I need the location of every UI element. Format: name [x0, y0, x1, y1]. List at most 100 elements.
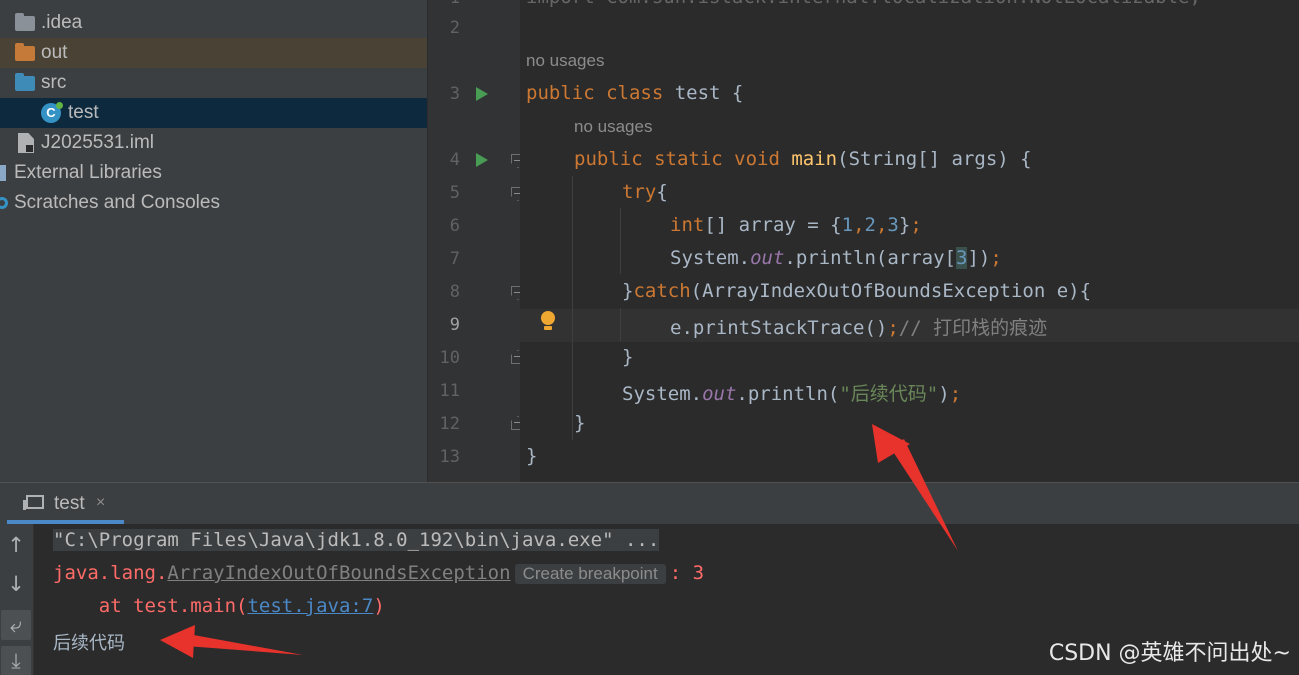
- source-location-link[interactable]: test.java:7: [247, 595, 373, 617]
- line-number: 13: [439, 447, 460, 467]
- usage-hint[interactable]: no usages: [574, 117, 652, 137]
- code-text: }: [898, 214, 911, 236]
- code-line-7: System.out.println(array[3]);: [670, 247, 1002, 269]
- code-text: .println(array[: [784, 247, 956, 269]
- code-text: }: [622, 346, 634, 368]
- module-file-icon: [18, 133, 34, 153]
- arrow-up-icon[interactable]: ↑: [1, 530, 31, 560]
- line-comment: // 打印栈的痕迹: [898, 317, 1048, 339]
- line-number: 6: [449, 216, 460, 236]
- line-number: 3: [449, 84, 460, 104]
- project-tree-panel: .idea out src C test J2025531.iml Extern…: [0, 0, 427, 482]
- usage-hint[interactable]: no usages: [526, 51, 604, 71]
- indent-guide: [620, 208, 621, 274]
- run-tab-test[interactable]: test ×: [7, 483, 124, 524]
- keyword: int: [670, 214, 705, 236]
- tree-item-label: J2025531.iml: [41, 132, 155, 153]
- run-tool-window-header: test ×: [0, 482, 1299, 524]
- array-index-literal: 3: [956, 247, 968, 269]
- tree-item-iml[interactable]: J2025531.iml: [0, 128, 427, 158]
- comma: ,: [875, 214, 888, 236]
- code-line-5: try{: [622, 181, 668, 203]
- keyword: public class: [526, 82, 664, 104]
- tree-item-out[interactable]: out: [0, 38, 427, 68]
- watermark: CSDN @英雄不问出处~: [1048, 641, 1291, 666]
- editor-gutter: 1 2 3 4 5 6 7 8 9 10 11 12 13: [428, 0, 525, 482]
- tree-item-label: .idea: [41, 12, 83, 33]
- arrow-down-icon[interactable]: ↓: [1, 569, 31, 599]
- console-command-line: "C:\Program Files\Java\jdk1.8.0_192\bin\…: [53, 529, 660, 551]
- exception-class-link[interactable]: ArrayIndexOutOfBoundsException: [167, 562, 510, 584]
- source-folder-icon: [15, 73, 35, 91]
- line-number: 4: [449, 150, 460, 170]
- java-command: "C:\Program Files\Java\jdk1.8.0_192\bin\…: [53, 529, 660, 551]
- import-statement: import com.sun.istack.internal.localizat…: [526, 0, 1201, 8]
- code-text: ): [938, 383, 950, 405]
- tree-item-src[interactable]: src: [0, 68, 427, 98]
- code-line-12: }: [574, 412, 585, 434]
- code-line-3: public class test {: [526, 82, 743, 104]
- code-line-6: int[] array = {1,2,3};: [670, 214, 922, 236]
- scroll-to-end-icon[interactable]: ⤓: [1, 646, 31, 675]
- create-breakpoint-button[interactable]: Create breakpoint: [514, 564, 666, 584]
- code-line-9: e.printStackTrace();// 打印栈的痕迹: [670, 313, 1047, 340]
- console-icon: [23, 495, 44, 510]
- line-number: 8: [449, 282, 460, 302]
- static-field: out: [702, 383, 737, 405]
- code-line-11: System.out.println("后续代码");: [622, 379, 961, 406]
- string-literal: "后续代码": [839, 383, 939, 405]
- code-text: {: [656, 181, 668, 203]
- indent-guide: [572, 176, 573, 440]
- library-icon: [0, 165, 6, 181]
- tree-item-scratches[interactable]: Scratches and Consoles: [0, 188, 427, 218]
- line-number: 12: [439, 414, 460, 434]
- line-number: 10: [439, 348, 460, 368]
- tree-item-test[interactable]: C test: [0, 98, 427, 128]
- keyword: catch: [633, 280, 691, 302]
- line-number: 7: [449, 249, 460, 269]
- run-main-icon[interactable]: [476, 153, 488, 167]
- static-field: out: [750, 247, 785, 269]
- code-text: test {: [663, 82, 744, 104]
- tree-item-idea[interactable]: .idea: [0, 8, 427, 38]
- tree-item-label: test: [68, 102, 99, 123]
- scratches-icon: [0, 197, 8, 209]
- code-text: System.: [670, 247, 751, 269]
- semicolon: ;: [990, 247, 1002, 269]
- code-text: }: [526, 445, 538, 467]
- keyword: public static void: [574, 148, 780, 170]
- line-number: 11: [439, 381, 460, 401]
- code-text: [] array = {: [704, 214, 842, 236]
- run-class-icon[interactable]: [476, 87, 488, 101]
- code-editor[interactable]: import com.sun.istack.internal.localizat…: [520, 0, 1299, 482]
- semicolon: ;: [887, 317, 899, 339]
- keyword: try: [622, 181, 657, 203]
- code-line-8: }catch(ArrayIndexOutOfBoundsException e)…: [622, 280, 1091, 302]
- stack-frame-end: ): [373, 595, 385, 617]
- lightbulb-icon[interactable]: [540, 311, 556, 333]
- line-number: 2: [449, 18, 460, 38]
- indent-guide: [620, 308, 621, 341]
- tree-item-external-libraries[interactable]: External Libraries: [0, 158, 427, 188]
- run-tab-label: test: [54, 493, 85, 514]
- code-text: ]): [967, 247, 991, 269]
- code-text: System.: [622, 383, 703, 405]
- number-literal: 2: [864, 214, 876, 236]
- console-program-output: 后续代码: [53, 633, 125, 654]
- soft-wrap-icon[interactable]: ⤶: [1, 610, 31, 640]
- code-text: (String[] args) {: [837, 148, 1032, 170]
- tree-item-label: Scratches and Consoles: [14, 192, 220, 213]
- tree-item-label: out: [41, 42, 68, 63]
- comma: ,: [853, 214, 865, 236]
- semicolon: ;: [910, 214, 922, 236]
- exception-package: java.lang.: [53, 562, 168, 584]
- stack-frame: at test.main(: [53, 595, 248, 617]
- excluded-folder-icon: [15, 43, 35, 61]
- code-line-4: public static void main(String[] args) {: [574, 148, 1032, 170]
- close-icon[interactable]: ×: [96, 494, 105, 512]
- code-text: (ArrayIndexOutOfBoundsException e){: [690, 280, 1092, 302]
- code-text: }: [574, 412, 586, 434]
- folder-icon: [15, 13, 35, 31]
- run-toolbar: ↑ ↓ ⤶ ⤓: [0, 524, 34, 675]
- tree-item-label: src: [41, 72, 67, 93]
